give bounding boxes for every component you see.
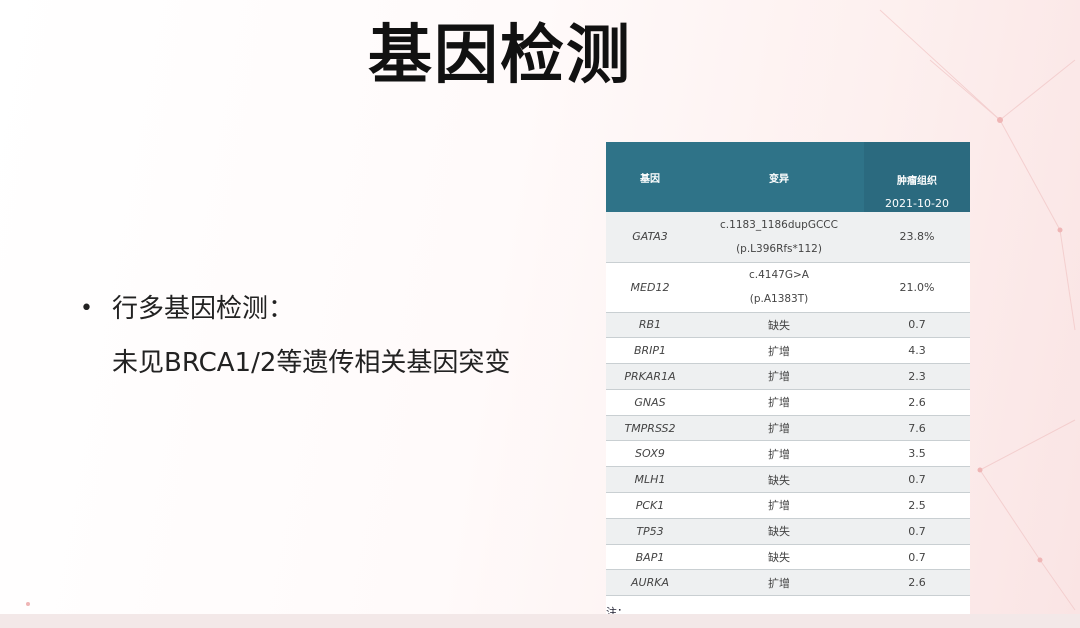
cell-value: 23.8% bbox=[864, 212, 970, 263]
mutation-line: c.1183_1186dupGCCC bbox=[720, 218, 838, 231]
gene-test-table-card: 基因 变异 肿瘤组织 2021-10-20 GATA3 c.1183_1186du… bbox=[606, 142, 970, 614]
cell-gene: PRKAR1A bbox=[606, 363, 694, 390]
cell-gene: GATA3 bbox=[606, 212, 694, 263]
cell-value: 2.6 bbox=[864, 569, 970, 597]
cell-mutation: 扩增 bbox=[694, 389, 864, 416]
bullet-list: • 行多基因检测： 未见BRCA1/2等遗传相关基因突变 bbox=[80, 282, 510, 390]
table-row: AURKA 扩增 2.6 bbox=[606, 569, 970, 597]
table-row: PCK1 扩增 2.5 bbox=[606, 492, 970, 519]
bullet-marker: • bbox=[80, 296, 93, 321]
cell-value: 0.7 bbox=[864, 312, 970, 339]
cell-value: 4.3 bbox=[864, 337, 970, 365]
cell-gene: SOX9 bbox=[606, 440, 694, 468]
mutation-line: (p.A1383T) bbox=[749, 293, 809, 305]
cell-value: 2.6 bbox=[864, 389, 970, 416]
cell-gene: RB1 bbox=[606, 312, 694, 339]
cell-value: 2.5 bbox=[864, 492, 970, 519]
cell-mutation: c.1183_1186dupGCCC (p.L396Rfs*112) bbox=[694, 212, 864, 263]
cell-gene: BRIP1 bbox=[606, 337, 694, 365]
cell-value: 2.3 bbox=[864, 363, 970, 390]
header-tumor-label: 肿瘤组织 bbox=[897, 176, 937, 187]
table-row: PRKAR1A 扩增 2.3 bbox=[606, 363, 970, 390]
cell-value: 0.7 bbox=[864, 466, 970, 494]
cell-mutation: 缺失 bbox=[694, 544, 864, 571]
table-row: TMPRSS2 扩增 7.6 bbox=[606, 415, 970, 442]
table-note: 注： bbox=[606, 606, 628, 614]
bullet-text: 行多基因检测： bbox=[112, 294, 295, 324]
cell-value: 0.7 bbox=[864, 518, 970, 545]
cell-mutation: 缺失 bbox=[694, 518, 864, 545]
cell-gene: PCK1 bbox=[606, 492, 694, 519]
table-header-row: 基因 变异 肿瘤组织 2021-10-20 bbox=[606, 142, 970, 212]
table-row: BAP1 缺失 0.7 bbox=[606, 544, 970, 571]
slide-title: 基因检测 bbox=[368, 19, 632, 93]
table-row: GNAS 扩增 2.6 bbox=[606, 389, 970, 416]
cell-mutation: 扩增 bbox=[694, 415, 864, 442]
cell-gene: AURKA bbox=[606, 569, 694, 597]
cell-value: 7.6 bbox=[864, 415, 970, 442]
cell-mutation: 缺失 bbox=[694, 312, 864, 339]
bottom-strip bbox=[0, 614, 1080, 628]
cell-mutation: 扩增 bbox=[694, 363, 864, 390]
bullet-subtext: 未见BRCA1/2等遗传相关基因突变 bbox=[112, 348, 511, 378]
cell-mutation: 扩增 bbox=[694, 569, 864, 597]
cell-mutation: 扩增 bbox=[694, 337, 864, 365]
cell-mutation: 扩增 bbox=[694, 492, 864, 519]
table-body: GATA3 c.1183_1186dupGCCC (p.L396Rfs*112) 23… bbox=[606, 212, 970, 597]
gene-test-table: 基因 变异 肿瘤组织 2021-10-20 GATA3 c.1183_1186du… bbox=[606, 142, 970, 597]
cell-gene: BAP1 bbox=[606, 544, 694, 571]
cell-gene: GNAS bbox=[606, 389, 694, 416]
cell-value: 21.0% bbox=[864, 262, 970, 313]
cell-gene: TP53 bbox=[606, 518, 694, 545]
table-row: MED12 c.4147G>A (p.A1383T) 21.0% bbox=[606, 262, 970, 313]
bullet-item: • 行多基因检测： bbox=[80, 282, 510, 336]
cell-value: 0.7 bbox=[864, 544, 970, 571]
table-row: RB1 缺失 0.7 bbox=[606, 312, 970, 339]
header-tumor-date: 2021-10-20 bbox=[885, 197, 949, 210]
header-tumor: 肿瘤组织 2021-10-20 bbox=[864, 142, 970, 212]
cell-mutation: 扩增 bbox=[694, 440, 864, 468]
mutation-line: c.4147G>A bbox=[749, 269, 809, 281]
table-row: GATA3 c.1183_1186dupGCCC (p.L396Rfs*112) 23… bbox=[606, 212, 970, 263]
cell-gene: MED12 bbox=[606, 262, 694, 313]
mutation-line: (p.L396Rfs*112) bbox=[736, 242, 822, 255]
cell-mutation: c.4147G>A (p.A1383T) bbox=[694, 262, 864, 313]
cell-gene: MLH1 bbox=[606, 466, 694, 494]
cell-mutation: 缺失 bbox=[694, 466, 864, 494]
cell-gene: TMPRSS2 bbox=[606, 415, 694, 442]
table-row: TP53 缺失 0.7 bbox=[606, 518, 970, 545]
header-gene: 基因 bbox=[640, 174, 660, 185]
table-row: SOX9 扩增 3.5 bbox=[606, 440, 970, 468]
header-mutation: 变异 bbox=[769, 174, 789, 185]
cell-value: 3.5 bbox=[864, 440, 970, 468]
table-row: MLH1 缺失 0.7 bbox=[606, 466, 970, 494]
table-row: BRIP1 扩增 4.3 bbox=[606, 337, 970, 365]
